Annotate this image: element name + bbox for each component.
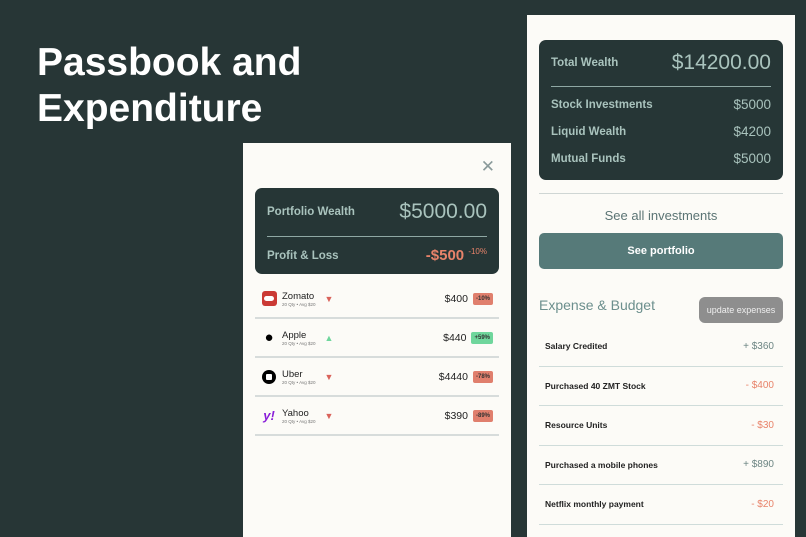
expense-row: Purchased a mobile phones + $890: [539, 446, 783, 485]
title-line: Passbook and: [37, 41, 302, 84]
expense-amount: + $360: [743, 340, 774, 352]
change-badge: -78%: [472, 370, 493, 383]
expense-row: Purchased 40 ZMT Stock - $400: [539, 367, 783, 406]
pl-amount: -$500: [425, 247, 465, 264]
stock-sub: 20 Qty • Avg $20: [282, 418, 316, 424]
stock-sub: 20 Qty • Avg $20: [282, 379, 316, 385]
stock-info: Uber 20 Qty • Avg $20: [282, 369, 316, 385]
stock-name: Yahoo: [282, 407, 309, 419]
wealth-item: Mutual Funds $5000: [551, 145, 771, 172]
stock-row[interactable]: ● Apple 20 Qty • Avg $20 ▲ $440 +59%: [255, 319, 499, 358]
pl-label: Profit & Loss: [267, 249, 339, 262]
expense-amount: - $30: [751, 419, 774, 431]
stock-name: Zomato: [282, 290, 315, 302]
expense-name: Resource Units: [545, 420, 608, 431]
expense-title: Expense & Budget: [539, 297, 655, 313]
update-expenses-button[interactable]: update expenses: [699, 297, 783, 323]
wealth-item-label: Liquid Wealth: [551, 125, 627, 138]
wealth-item: Stock Investments $5000: [551, 91, 771, 118]
wealth-item: Liquid Wealth $4200: [551, 118, 771, 145]
expense-name: Purchased a mobile phones: [545, 459, 658, 470]
stock-sub: 20 Qty • Avg $20: [282, 340, 316, 346]
total-wealth-value: $14200.00: [671, 51, 771, 74]
wealth-item-value: $4200: [733, 124, 771, 139]
portfolio-modal: ✕ Portfolio Wealth $5000.00 Profit & Los…: [243, 143, 511, 537]
expense-name: Purchased 40 ZMT Stock: [545, 380, 646, 391]
trend-down-icon: ▼: [324, 293, 334, 304]
stock-price: $390: [444, 409, 468, 422]
wealth-item-label: Stock Investments: [551, 98, 653, 111]
page-title: Passbook and Expenditure: [37, 40, 337, 132]
uber-logo: [261, 369, 277, 385]
zomato-logo: [261, 291, 277, 307]
stock-price: $440: [443, 331, 467, 344]
trend-down-icon: ▼: [324, 371, 334, 382]
wealth-item-value: $5000: [733, 151, 771, 166]
see-all-investments-link[interactable]: See all investments: [527, 208, 795, 223]
wealth-item-value: $5000: [733, 97, 771, 112]
change-badge: -89%: [472, 409, 493, 422]
see-portfolio-button[interactable]: See portfolio: [539, 233, 783, 269]
expense-amount: + $890: [743, 459, 774, 471]
divider: [539, 193, 783, 194]
expense-name: Salary Credited: [545, 341, 608, 352]
portfolio-wealth-label: Portfolio Wealth: [267, 206, 355, 218]
pl-percent: -10%: [468, 247, 487, 256]
stock-info: Apple 20 Qty • Avg $20: [282, 330, 316, 346]
expense-amount: - $400: [745, 380, 774, 392]
stock-price: $4440: [438, 370, 468, 383]
stock-row[interactable]: Zomato 20 Qty • Avg $20 ▼ $400 -10%: [255, 280, 499, 319]
stock-name: Uber: [282, 368, 303, 380]
yahoo-logo: y!: [263, 408, 275, 423]
stock-list: Zomato 20 Qty • Avg $20 ▼ $400 -10% ● App…: [255, 280, 499, 436]
pl-value: -$500 -10%: [426, 247, 487, 264]
stock-info: Zomato 20 Qty • Avg $20: [282, 291, 316, 307]
stock-info: Yahoo 20 Qty • Avg $20: [282, 408, 316, 424]
portfolio-card: Portfolio Wealth $5000.00 Profit & Loss …: [255, 188, 499, 274]
stock-price: $400: [444, 292, 468, 305]
expense-row: Netflix monthly payment - $20: [539, 485, 783, 525]
trend-up-icon: ▲: [324, 332, 334, 343]
stock-name: Apple: [282, 329, 307, 341]
expense-row: Resource Units - $30: [539, 406, 783, 446]
expense-row: Salary Credited + $360: [539, 327, 783, 367]
stock-row[interactable]: y! Yahoo 20 Qty • Avg $20 ▼ $390 -89%: [255, 397, 499, 436]
portfolio-wealth-value: $5000.00: [399, 200, 487, 223]
expense-list: Salary Credited + $360 Purchased 40 ZMT St…: [539, 327, 783, 525]
change-badge: -10%: [472, 292, 493, 305]
wealth-item-label: Mutual Funds: [551, 152, 626, 165]
change-badge: +59%: [471, 331, 493, 344]
stock-row[interactable]: Uber 20 Qty • Avg $20 ▼ $4440 -78%: [255, 358, 499, 397]
title-line: Expenditure: [37, 87, 263, 130]
apple-logo: ●: [264, 329, 274, 346]
close-icon[interactable]: ✕: [481, 157, 495, 177]
trend-down-icon: ▼: [324, 410, 334, 421]
expense-name: Netflix monthly payment: [545, 499, 644, 510]
wealth-card: Total Wealth $14200.00 Stock Investments…: [539, 40, 783, 180]
wealth-panel: Total Wealth $14200.00 Stock Investments…: [527, 15, 795, 537]
total-wealth-label: Total Wealth: [551, 57, 619, 69]
stock-sub: 20 Qty • Avg $20: [282, 301, 316, 307]
expense-amount: - $20: [751, 498, 774, 510]
